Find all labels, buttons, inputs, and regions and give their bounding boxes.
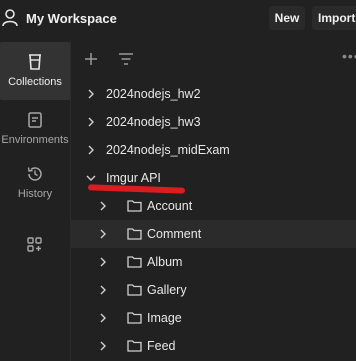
plus-icon[interactable] [84, 52, 98, 66]
folder-row[interactable]: Feed [70, 332, 356, 360]
folder-icon [127, 312, 142, 324]
folder-name: Gallery [147, 283, 187, 297]
collection-name: 2024nodejs_midExam [106, 143, 230, 157]
chevron-right-icon[interactable] [98, 257, 108, 267]
folder-name: Album [147, 255, 183, 269]
chevron-right-icon[interactable] [86, 89, 96, 99]
collection-name: Imgur API [106, 171, 161, 185]
history-icon [27, 167, 42, 181]
sidebar-item-environments[interactable]: Environments [0, 102, 70, 160]
chevron-right-icon[interactable] [86, 117, 96, 127]
collection-row[interactable]: 2024nodejs_hw2 [70, 80, 356, 108]
sidebar-item-label: Environments [1, 134, 69, 146]
folder-name: Comment [147, 227, 202, 241]
workspace-header: My Workspace New Import [0, 0, 356, 38]
collection-row[interactable]: 2024nodejs_hw3 [70, 108, 356, 136]
folder-row[interactable]: Comment [70, 220, 356, 248]
chevron-right-icon[interactable] [98, 229, 108, 239]
more-horizontal-icon[interactable]: ••• [342, 48, 356, 64]
sidebar-item-label: Collections [8, 76, 62, 88]
collection-name: 2024nodejs_hw2 [106, 87, 201, 101]
chevron-right-icon[interactable] [98, 313, 108, 323]
chevron-right-icon[interactable] [98, 285, 108, 295]
sidebar: Collections Environments History [0, 40, 71, 361]
chevron-right-icon[interactable] [98, 341, 108, 351]
chevron-down-icon[interactable] [86, 173, 96, 183]
add-apps-icon [27, 237, 42, 252]
sidebar-item-history[interactable]: History [0, 158, 70, 216]
folder-icon [127, 284, 142, 296]
folder-icon [127, 256, 142, 268]
collection-row[interactable]: 2024nodejs_midExam [70, 136, 356, 164]
chevron-right-icon[interactable] [98, 201, 108, 211]
folder-row[interactable]: Image [70, 304, 356, 332]
sidebar-item-label: History [17, 188, 53, 200]
folder-row[interactable]: Album [70, 248, 356, 276]
sidebar-item-add-apps[interactable] [0, 230, 70, 288]
filter-lines-icon[interactable] [118, 52, 134, 66]
collection-name: 2024nodejs_hw3 [106, 115, 201, 129]
workspace-title[interactable]: My Workspace [26, 11, 117, 26]
folder-icon [127, 340, 142, 352]
new-button[interactable]: New [269, 6, 305, 30]
folder-name: Feed [147, 339, 176, 353]
environment-icon [28, 112, 42, 128]
folder-row[interactable]: Account [70, 192, 356, 220]
folder-name: Image [147, 311, 182, 325]
sidebar-item-collections[interactable]: Collections [0, 42, 70, 100]
chevron-right-icon[interactable] [86, 145, 96, 155]
trash-bin-icon [29, 54, 41, 70]
collections-toolbar [70, 40, 356, 76]
import-button[interactable]: Import [312, 6, 356, 30]
folder-row[interactable]: Gallery [70, 276, 356, 304]
user-icon [2, 9, 18, 27]
folder-icon [127, 228, 142, 240]
folder-name: Account [147, 199, 193, 213]
folder-icon [127, 200, 142, 212]
